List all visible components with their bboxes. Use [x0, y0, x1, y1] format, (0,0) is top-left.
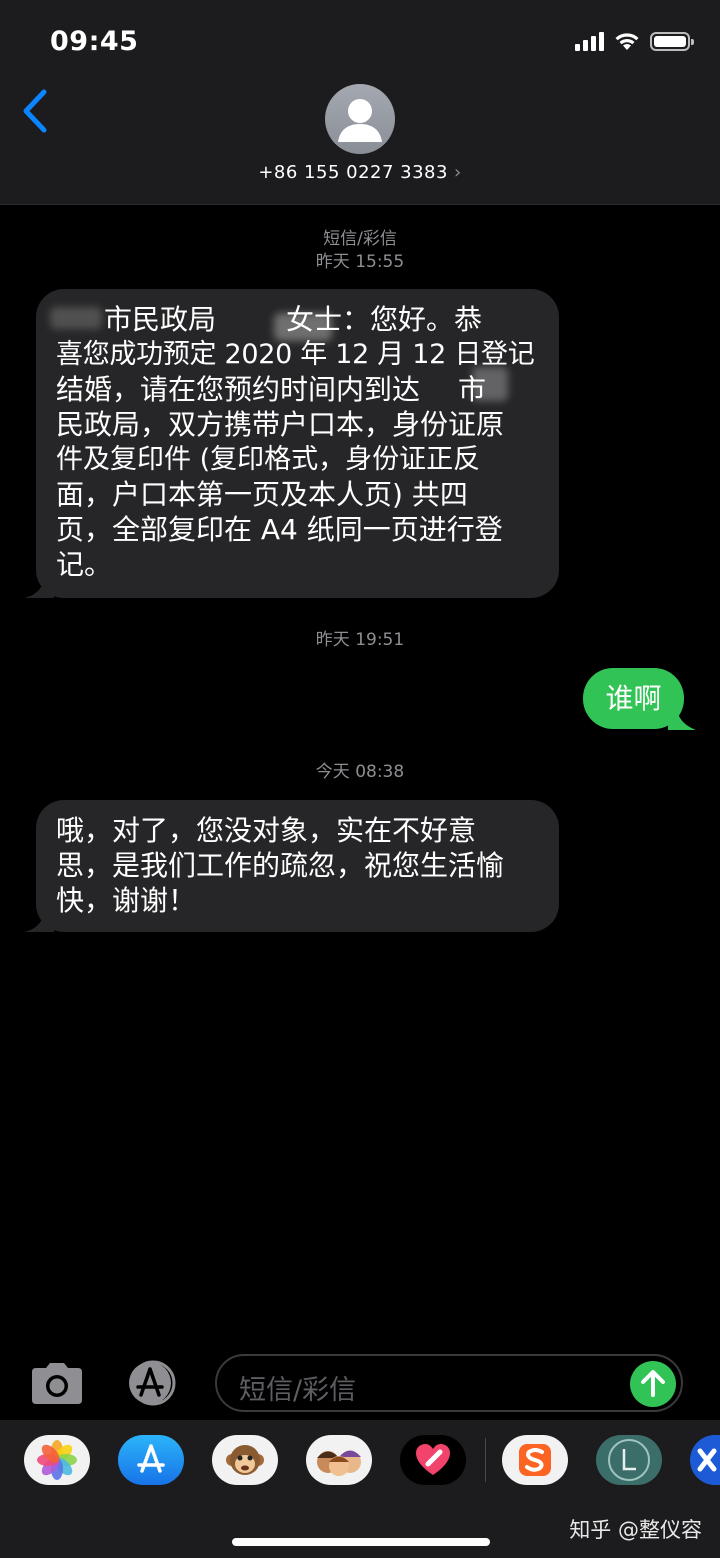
- timestamp-text: 今天 08:38: [315, 762, 405, 782]
- message-line: 喜您成功预定 2020 年 12 月 12 日登记: [56, 339, 535, 370]
- person-icon: [338, 99, 382, 142]
- back-chevron-icon[interactable]: [18, 88, 58, 134]
- message-input[interactable]: 短信/彩信: [215, 1354, 683, 1412]
- timestamp-text: 昨天 15:55: [315, 252, 405, 272]
- message-line: 女士：您好。恭: [286, 303, 483, 336]
- app-store-button-icon[interactable]: [122, 1360, 184, 1406]
- message-line: 快，谢谢！: [56, 884, 197, 917]
- message-line: 面，户口本第一页及本人页) 共四: [56, 478, 468, 511]
- status-icons: [575, 31, 694, 51]
- contact-number: +86 155 0227 3383: [258, 162, 448, 183]
- digital-touch-heart-icon[interactable]: [400, 1435, 466, 1485]
- x-app-icon[interactable]: [690, 1435, 720, 1485]
- message-line: 哦，对了，您没对象，实在不好意: [56, 814, 477, 847]
- message-text: 谁啊: [605, 682, 662, 715]
- drawer-divider: [485, 1438, 486, 1482]
- status-time: 09:45: [50, 26, 139, 57]
- message-input-placeholder: 短信/彩信: [239, 1375, 357, 1406]
- contact-chevron-icon: ›: [453, 162, 462, 183]
- message-line: 市: [458, 373, 487, 406]
- contact-name[interactable]: +86 155 0227 3383 ›: [0, 162, 720, 183]
- photos-icon[interactable]: [24, 1435, 90, 1485]
- incoming-message-bubble[interactable]: 哦，对了，您没对象，实在不好意 思，是我们工作的疏忽，祝您生活愉 快，谢谢！: [36, 800, 559, 932]
- animoji-monkey-icon[interactable]: [212, 1435, 278, 1485]
- home-indicator[interactable]: [232, 1538, 490, 1546]
- message-line: 民政局，双方携带户口本，身份证原: [56, 408, 505, 441]
- wifi-icon: [615, 33, 639, 50]
- outgoing-message-bubble[interactable]: 谁啊: [583, 668, 684, 729]
- message-line: 结婚，请在您预约时间内到达: [56, 373, 421, 406]
- contact-avatar[interactable]: [325, 84, 395, 154]
- app-store-icon[interactable]: [118, 1435, 184, 1485]
- memoji-icon[interactable]: [306, 1435, 372, 1485]
- message-line: 页，全部复印在 A4 纸同一页进行登: [56, 513, 503, 546]
- message-type-label: 短信/彩信: [323, 229, 397, 249]
- arrow-up-icon: [641, 1370, 665, 1397]
- watermark: 知乎 @整仪容: [569, 1518, 702, 1542]
- message-timestamp: 昨天 19:51: [0, 629, 720, 652]
- cellular-signal-icon: [575, 31, 604, 51]
- send-button[interactable]: [630, 1361, 676, 1407]
- message-line: 记。: [56, 548, 113, 581]
- camera-icon[interactable]: [28, 1362, 86, 1406]
- conversation-header: 09:45 +86 155 0227 3383 ›: [0, 0, 720, 205]
- incoming-message-bubble[interactable]: 市民政局 女士：您好。恭 喜您成功预定 2020 年 12 月 12 日登记 结婚…: [36, 289, 559, 598]
- sogou-keyboard-icon[interactable]: [502, 1435, 568, 1485]
- message-line: 市民政局: [104, 303, 217, 336]
- message-line: 思，是我们工作的疏忽，祝您生活愉: [56, 849, 505, 882]
- message-timestamp: 今天 08:38: [0, 761, 720, 784]
- circle-l-app-icon[interactable]: [596, 1435, 662, 1485]
- timestamp-text: 昨天 19:51: [315, 630, 405, 650]
- compose-bar: 短信/彩信: [0, 1350, 720, 1420]
- battery-icon: [650, 31, 694, 51]
- message-line: 件及复印件 (复印格式，身份证正反: [56, 444, 481, 475]
- message-timestamp: 短信/彩信 昨天 15:55: [0, 228, 720, 274]
